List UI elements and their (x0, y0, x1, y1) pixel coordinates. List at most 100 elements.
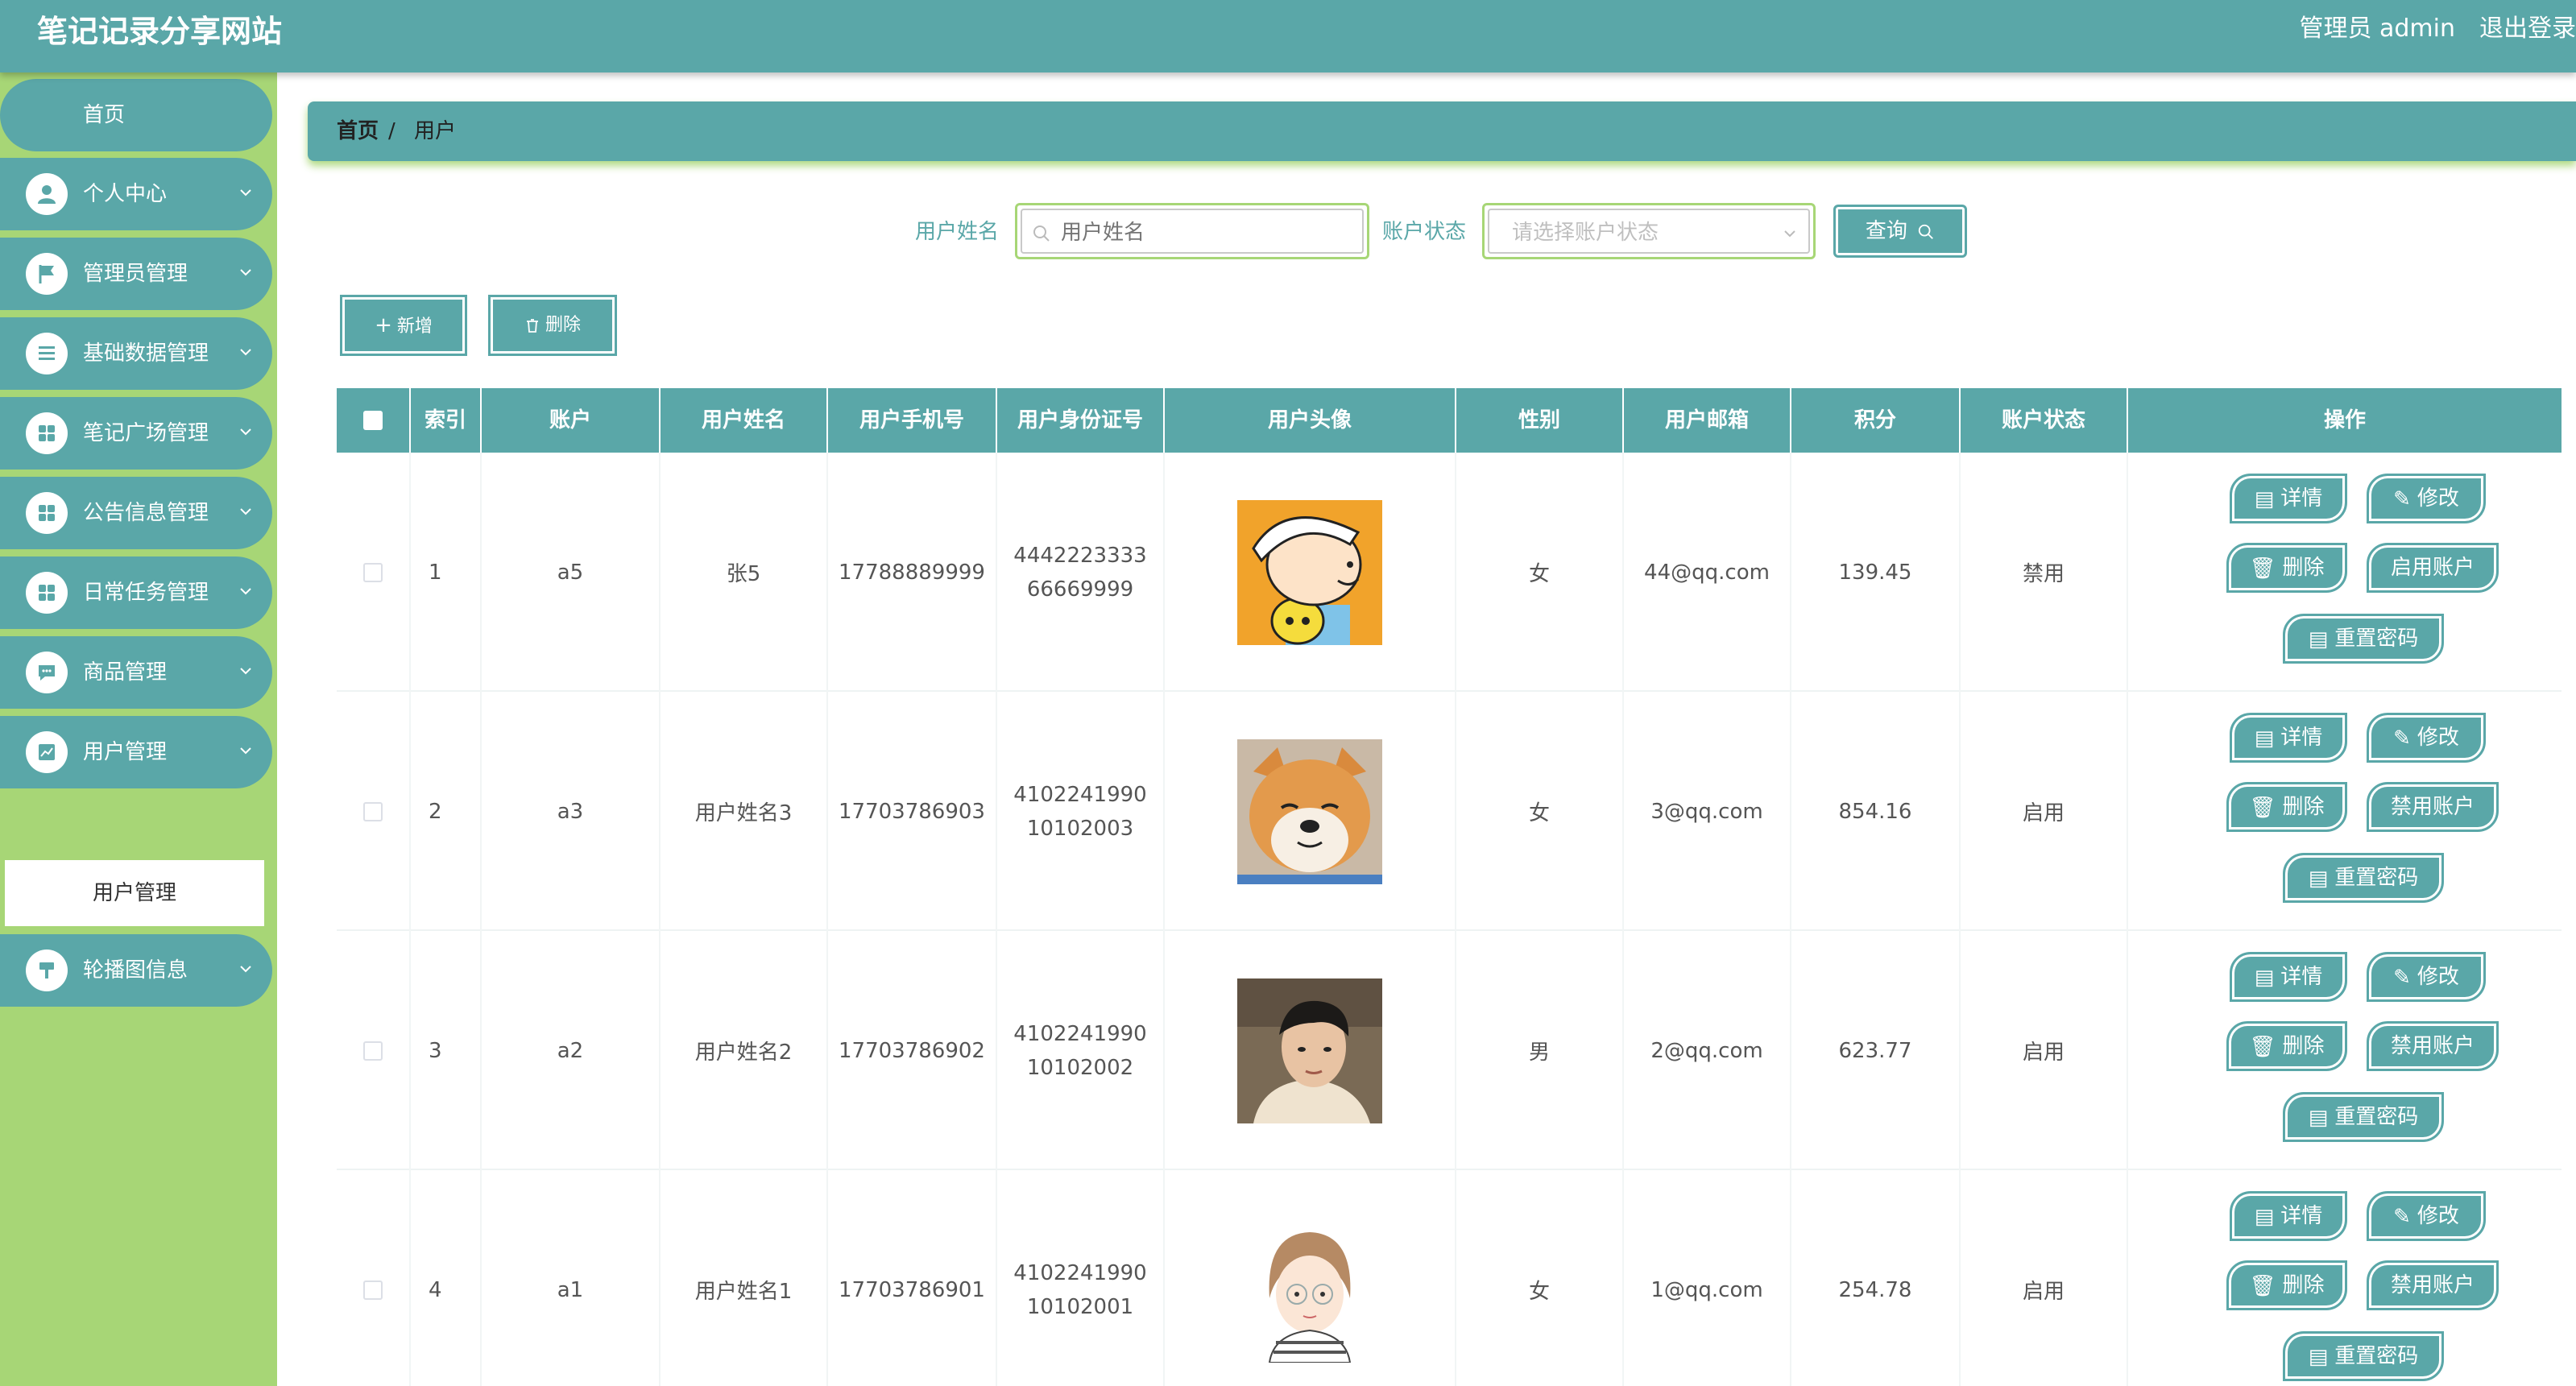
pencil-icon: ✎ (2393, 726, 2411, 751)
cell-phone: 17788889999 (828, 453, 997, 692)
cell-gender: 女 (1456, 1170, 1624, 1386)
cell-account: a2 (482, 931, 661, 1170)
user-name-field[interactable] (1015, 203, 1369, 259)
shiba-dog-avatar (1237, 739, 1382, 884)
detail-button[interactable]: ▤ 详情 (2230, 474, 2347, 523)
breadcrumb-current: 用户 (414, 119, 457, 143)
cell-user-name: 用户姓名1 (661, 1170, 828, 1386)
cell-points: 139.45 (1791, 453, 1961, 692)
trash-icon: 🗑 (2249, 1273, 2276, 1298)
table-row: 4 a1 用户姓名1 17703786901 41022419901010200… (337, 1170, 2562, 1386)
sidebar-item-admin-management[interactable]: 管理员管理 (0, 238, 272, 310)
row-delete-button[interactable]: 🗑 删除 (2226, 1021, 2347, 1071)
user-name-input[interactable] (1061, 217, 1351, 249)
sidebar-item-daily-task[interactable]: 日常任务管理 (0, 556, 272, 629)
sidebar-item-goods[interactable]: 商品管理 (0, 636, 272, 709)
sidebar-item-note-square[interactable]: 笔记广场管理 (0, 397, 272, 470)
sidebar-item-label: 用户管理 (83, 740, 168, 764)
row-checkbox[interactable] (363, 1041, 383, 1061)
query-button[interactable]: 查询 (1833, 205, 1967, 258)
search-icon (1918, 224, 1934, 239)
sidebar-item-label: 基础数据管理 (83, 341, 209, 366)
plus-icon: + (375, 313, 392, 337)
cell-operations: ▤ 详情 ✎ 修改 🗑 删除 禁用账户 ▤ 重置密码 (2128, 931, 2562, 1170)
edit-button[interactable]: ✎ 修改 (2367, 952, 2486, 1002)
cell-index: 4 (411, 1170, 482, 1386)
pin-icon (26, 950, 68, 991)
toggle-account-button[interactable]: 禁用账户 (2367, 1260, 2499, 1310)
sidebar-item-notice[interactable]: 公告信息管理 (0, 477, 272, 549)
cell-gender: 女 (1456, 692, 1624, 931)
grid-icon (26, 572, 68, 614)
user-icon (26, 173, 68, 215)
sidebar-item-personal-center[interactable]: 个人中心 (0, 158, 272, 230)
cell-points: 254.78 (1791, 1170, 1961, 1386)
header-account: 账户 (482, 388, 661, 453)
young-man-avatar (1237, 978, 1382, 1123)
row-checkbox[interactable] (363, 1280, 383, 1300)
toggle-account-button[interactable]: 禁用账户 (2367, 782, 2499, 832)
cell-points: 854.16 (1791, 692, 1961, 931)
row-checkbox[interactable] (363, 562, 383, 582)
chevron-down-icon (240, 966, 251, 973)
edit-button[interactable]: ✎ 修改 (2367, 713, 2486, 763)
delete-button-label: 删除 (545, 315, 581, 335)
submenu-item-user-management[interactable]: 用户管理 (5, 860, 264, 926)
sidebar-item-user-management[interactable]: 用户管理 (0, 716, 272, 788)
sidebar-item-carousel[interactable]: 轮播图信息 (0, 934, 272, 1007)
grid-icon (26, 492, 68, 534)
detail-button[interactable]: ▤ 详情 (2230, 1191, 2347, 1241)
cell-index: 3 (411, 931, 482, 1170)
header-avatar: 用户头像 (1165, 388, 1456, 453)
row-checkbox[interactable] (363, 801, 383, 821)
delete-button[interactable]: 删除 (488, 295, 617, 356)
cartoon-girl-avatar (1237, 1217, 1382, 1363)
header-gender: 性别 (1456, 388, 1624, 453)
breadcrumb-home[interactable]: 首页 (337, 116, 379, 147)
edit-button[interactable]: ✎ 修改 (2367, 1191, 2486, 1241)
cell-phone: 17703786901 (828, 1170, 997, 1386)
flag-icon (26, 253, 68, 295)
cell-points: 623.77 (1791, 931, 1961, 1170)
cell-status: 启用 (1961, 692, 2128, 931)
row-delete-button[interactable]: 🗑 删除 (2226, 782, 2347, 832)
cell-email: 2@qq.com (1624, 931, 1791, 1170)
account-status-select[interactable]: 请选择账户状态 (1482, 203, 1816, 259)
cell-user-name: 用户姓名3 (661, 692, 828, 931)
cell-operations: ▤ 详情 ✎ 修改 🗑 删除 禁用账户 ▤ 重置密码 (2128, 692, 2562, 931)
reset-password-button[interactable]: ▤ 重置密码 (2283, 1331, 2444, 1381)
table-header: 索引 账户 用户姓名 用户手机号 用户身份证号 用户头像 性别 用户邮箱 积分 … (337, 388, 2562, 453)
sidebar: 首页 个人中心 管理员管理 基础数据管理 笔记广场管理 公告信息管理 日常任务管… (0, 72, 277, 1386)
select-all-checkbox[interactable] (363, 411, 383, 430)
header-email: 用户邮箱 (1624, 388, 1791, 453)
cell-id-card: 410224199010102001 (997, 1170, 1165, 1386)
edit-button[interactable]: ✎ 修改 (2367, 474, 2486, 523)
pencil-icon: ✎ (2393, 486, 2411, 511)
header-id-card: 用户身份证号 (997, 388, 1165, 453)
document-icon: ▤ (2308, 1105, 2329, 1130)
row-delete-button[interactable]: 🗑 删除 (2226, 543, 2347, 593)
add-button[interactable]: + 新增 (340, 295, 467, 356)
list-icon (26, 333, 68, 374)
trash-icon (526, 319, 538, 333)
row-delete-button[interactable]: 🗑 删除 (2226, 1260, 2347, 1310)
sidebar-item-home[interactable]: 首页 (0, 79, 272, 151)
detail-button[interactable]: ▤ 详情 (2230, 952, 2347, 1002)
cell-index: 1 (411, 453, 482, 692)
sidebar-item-label: 首页 (83, 103, 126, 127)
header-select-all (337, 388, 411, 453)
grid-icon (26, 412, 68, 454)
top-header: 笔记记录分享网站 管理员 admin 退出登录 (0, 0, 2576, 72)
reset-password-button[interactable]: ▤ 重置密码 (2283, 614, 2444, 664)
detail-button[interactable]: ▤ 详情 (2230, 713, 2347, 763)
chat-icon (26, 652, 68, 693)
toggle-account-button[interactable]: 启用账户 (2367, 543, 2499, 593)
reset-password-button[interactable]: ▤ 重置密码 (2283, 853, 2444, 903)
sidebar-item-label: 笔记广场管理 (83, 421, 209, 445)
document-icon: ▤ (2254, 726, 2275, 751)
logout-link[interactable]: 退出登录 (2479, 13, 2576, 45)
toggle-account-button[interactable]: 禁用账户 (2367, 1021, 2499, 1071)
sidebar-item-label: 个人中心 (83, 182, 168, 206)
sidebar-item-base-data[interactable]: 基础数据管理 (0, 317, 272, 390)
reset-password-button[interactable]: ▤ 重置密码 (2283, 1092, 2444, 1142)
